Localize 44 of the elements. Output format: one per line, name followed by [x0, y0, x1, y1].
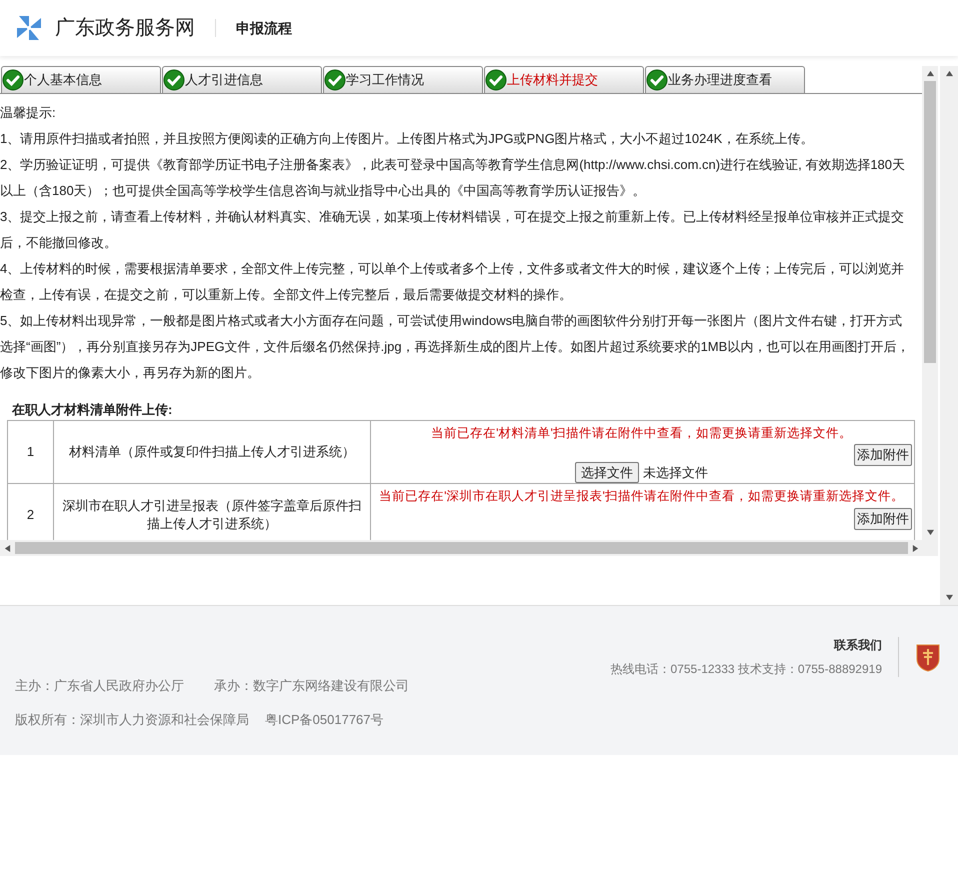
choose-file-button[interactable]: 选择文件	[575, 462, 639, 484]
tab[interactable]: 个人基本信息	[1, 66, 161, 93]
site-name: 广东政务服务网	[55, 16, 195, 41]
tab[interactable]: 上传材料并提交	[484, 66, 644, 93]
section-title: 在职人才材料清单附件上传:	[12, 401, 174, 419]
tab[interactable]: 人才引进信息	[162, 66, 322, 93]
add-attachment-button[interactable]: 添加附件	[854, 444, 912, 466]
tab[interactable]: 业务办理进度查看	[645, 66, 805, 93]
file-status: 未选择文件	[643, 464, 708, 482]
page-title: 申报流程	[236, 18, 292, 38]
tab[interactable]: 学习工作情况	[323, 66, 483, 93]
scroll-up-arrow-icon[interactable]	[946, 70, 952, 77]
check-icon	[485, 69, 507, 91]
contact-title: 联系我们	[834, 637, 882, 654]
check-icon	[646, 69, 668, 91]
scroll-up-arrow-icon[interactable]	[926, 70, 934, 77]
table-cell: 1	[8, 420, 54, 484]
check-icon	[2, 69, 24, 91]
status-message: 当前已存在'深圳市在职人才引进呈报表'扫描件请在附件中查看，如需更换请重新选择文件。	[378, 488, 905, 506]
scroll-down-arrow-icon[interactable]	[926, 529, 934, 536]
notice-text: 4、上传材料的时候，需要根据清单要求，全部文件上传完整，可以单个上传或者多个上传，文件多或者文件大的时候，建议逐个上传；上传完后，可以浏览并检查，上传有误，在提交之前，可以重新上传。全部文件上传完整后，最后需要做提交材料的操作。	[0, 260, 906, 304]
page-scrollbar[interactable]	[940, 66, 958, 605]
status-message: 当前已存在'材料清单'扫描件请在附件中查看，如需更换请重新选择文件。	[430, 424, 853, 442]
notice-text: 5、如上传材料出现异常，一般都是图片格式或者大小方面存在问题，可尝试使用windows电脑自带的画图软件分别打开每一张图片（图片文件右键，打开方式选择“画图”），再分别直接另存为JPEG文件，文件后缀名仍然保持.jpg，再选择新生成的图片上传。如图片超过系统要求的1MB以内，也可以在用画图打开后，修改下图片的像素大小，再另存为新的图片。	[0, 312, 910, 382]
check-icon	[163, 69, 185, 91]
check-icon	[324, 69, 346, 91]
scroll-left-arrow-icon[interactable]	[4, 544, 11, 552]
scroll-right-arrow-icon[interactable]	[912, 544, 919, 552]
organizer-text: 承办：数字广东网络建设有限公司	[214, 677, 409, 695]
table-cell: 材料清单（原件或复印件扫描上传人才引进系统）	[54, 420, 370, 484]
icp-text: 粤ICP备05017767号	[265, 710, 384, 728]
notice-heading: 温馨提示:	[0, 104, 57, 122]
notice-text: 3、提交上报之前，请查看上传材料，并确认材料真实、准确无误，如某项上传材料错误，可在提交上报之前重新上传。已上传材料经呈报单位审核并正式提交后，不能撤回修改。	[0, 208, 906, 252]
scroll-down-arrow-icon[interactable]	[946, 594, 952, 601]
pinwheel-logo-icon	[15, 14, 43, 42]
sponsor-text: 主办：广东省人民政府办公厅	[15, 677, 184, 695]
shield-emblem-icon	[915, 642, 941, 672]
vertical-scrollbar[interactable]	[922, 66, 938, 540]
add-attachment-button[interactable]: 添加附件	[854, 508, 912, 530]
hotline-text: 热线电话：0755-12333 技术支持：0755-88892919	[610, 661, 882, 678]
notice-text: 1、请用原件扫描或者拍照，并且按照方便阅读的正确方向上传图片。上传图片格式为JPG或PNG图片格式，大小不超过1024K，在系统上传。	[0, 130, 814, 148]
notice-text: 2、学历验证证明，可提供《教育部学历证书电子注册备案表》，此表可登录中国高等教育学生信息网(http://www.chsi.com.cn)进行在线验证, 有效期选择180天以上（含180天）；也可提供全国高等学校学生信息咨询与就业指导中心出具的《中国高等教育学历认证报告》。	[0, 156, 906, 200]
copyright-text: 版权所有：深圳市人力资源和社会保障局	[15, 710, 249, 728]
horizontal-scrollbar[interactable]	[0, 540, 938, 556]
